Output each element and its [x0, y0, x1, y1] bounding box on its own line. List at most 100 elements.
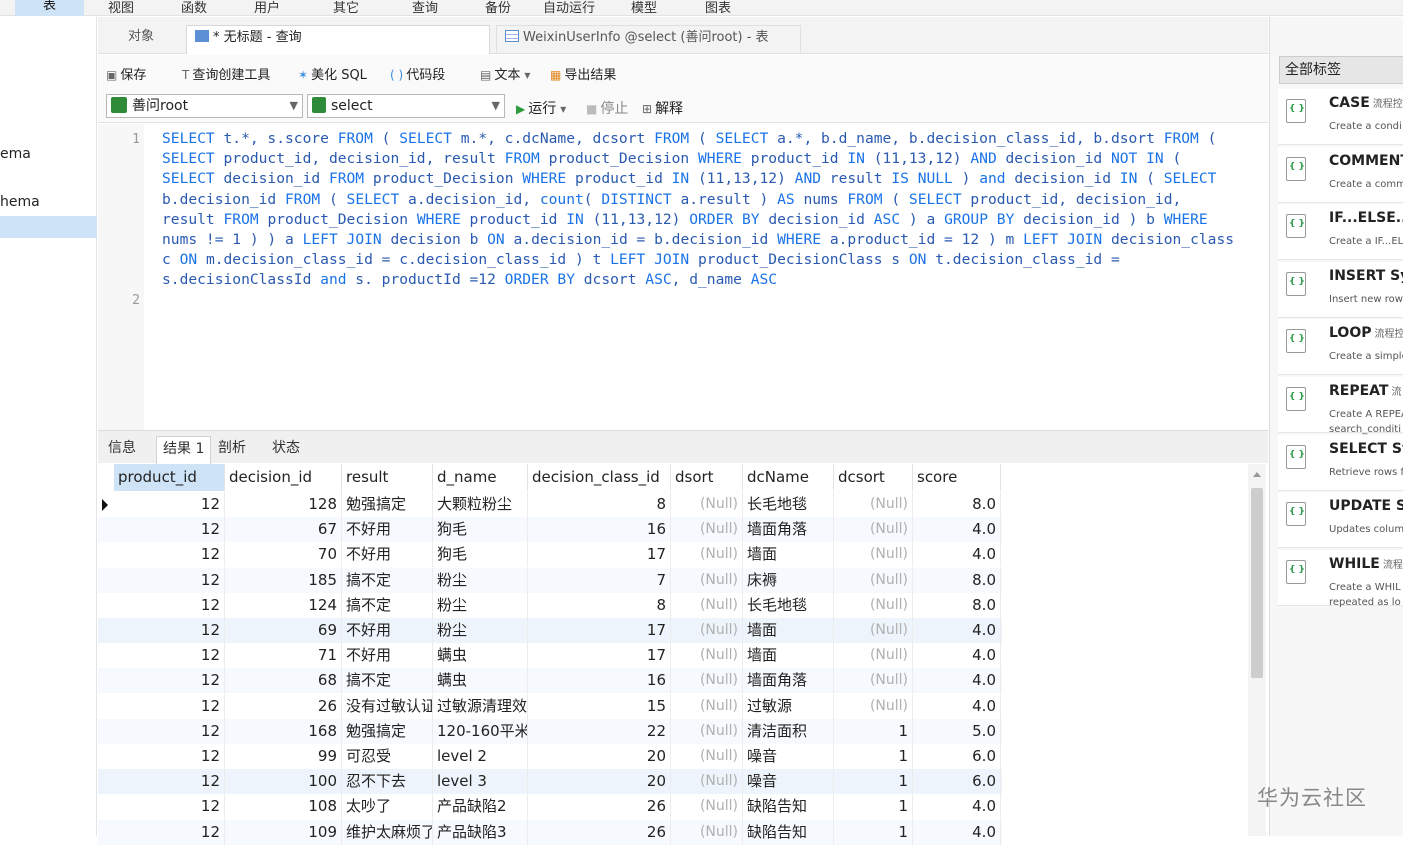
tab-info[interactable]: 信息 [102, 436, 142, 464]
table-cell[interactable]: 缺陷告知 [743, 794, 834, 819]
table-cell[interactable]: 68 [225, 668, 342, 693]
table-cell[interactable]: 22 [528, 719, 671, 744]
snippet-item[interactable]: LOOP流程控Create a simple [1278, 319, 1403, 375]
table-cell[interactable]: 12 [114, 568, 225, 593]
table-cell[interactable]: 69 [225, 618, 342, 643]
table-cell[interactable]: 120-160平米 [433, 719, 528, 744]
table-cell[interactable]: 6.0 [913, 744, 1001, 769]
table-cell[interactable]: 床褥 [743, 568, 834, 593]
table-row[interactable]: 12168勉强搞定120-160平米22(Null)清洁面积15.0 [98, 719, 1002, 744]
table-cell[interactable]: 不好用 [342, 643, 433, 668]
table-cell[interactable]: 1 [834, 820, 913, 845]
column-header[interactable]: dsort [671, 464, 743, 491]
table-cell[interactable]: 1 [834, 794, 913, 819]
table-cell[interactable]: 勉强搞定 [342, 492, 433, 517]
table-cell[interactable]: 墙面 [743, 643, 834, 668]
table-cell[interactable]: (Null) [834, 492, 913, 517]
table-cell[interactable]: 26 [528, 794, 671, 819]
snippet-item[interactable]: INSERT SyInsert new row [1278, 262, 1403, 318]
table-cell[interactable]: (Null) [834, 568, 913, 593]
table-cell[interactable]: 4.0 [913, 618, 1001, 643]
table-cell[interactable]: 12 [114, 694, 225, 719]
table-cell[interactable]: 狗毛 [433, 517, 528, 542]
query-builder-button[interactable]: T查询创建工具 [182, 64, 270, 83]
snippet-item[interactable]: UPDATE SUpdates colum [1278, 492, 1403, 548]
table-cell[interactable]: 16 [528, 668, 671, 693]
column-header[interactable]: result [342, 464, 433, 491]
table-cell[interactable]: (Null) [671, 694, 743, 719]
table-cell[interactable]: 长毛地毯 [743, 492, 834, 517]
snippet-item[interactable]: WHILE流程Create a WHILrepeated as lo [1278, 550, 1403, 606]
table-cell[interactable]: 12 [114, 744, 225, 769]
table-cell[interactable]: 搞不定 [342, 568, 433, 593]
tab-status[interactable]: 状态 [266, 436, 306, 464]
table-cell[interactable]: 大颗粒粉尘 [433, 492, 528, 517]
snippet-item[interactable]: CASE流程控Create a condi [1278, 89, 1403, 145]
snippet-button[interactable]: ( )代码段 [390, 64, 445, 83]
table-cell[interactable]: 粉尘 [433, 618, 528, 643]
table-cell[interactable]: 6.0 [913, 769, 1001, 794]
table-cell[interactable]: (Null) [671, 643, 743, 668]
table-row[interactable]: 12109维护太麻烦了产品缺陷326(Null)缺陷告知14.0 [98, 820, 1002, 845]
save-button[interactable]: ▣保存 [106, 64, 146, 83]
table-cell[interactable]: 8.0 [913, 593, 1001, 618]
scrollbar-thumb[interactable] [1251, 488, 1263, 678]
explain-button[interactable]: ⊞解释 [642, 98, 683, 118]
column-header[interactable]: decision_class_id [528, 464, 671, 491]
table-cell[interactable]: 不好用 [342, 542, 433, 567]
table-cell[interactable]: 太吵了 [342, 794, 433, 819]
snippet-item[interactable]: COMMENTCreate a comm [1278, 147, 1403, 203]
table-cell[interactable]: 螨虫 [433, 668, 528, 693]
scroll-up-icon[interactable] [1253, 472, 1261, 477]
table-cell[interactable]: 维护太麻烦了 [342, 820, 433, 845]
tab-objects[interactable]: 对象 [120, 25, 154, 54]
tag-filter-select[interactable]: 全部标签 [1279, 56, 1403, 84]
column-header[interactable]: score [913, 464, 1001, 491]
table-cell[interactable]: (Null) [671, 744, 743, 769]
table-cell[interactable]: 1 [834, 719, 913, 744]
table-cell[interactable]: 20 [528, 769, 671, 794]
table-cell[interactable]: 5.0 [913, 719, 1001, 744]
table-cell[interactable]: 17 [528, 643, 671, 668]
table-cell[interactable]: 不好用 [342, 618, 433, 643]
table-row[interactable]: 1270不好用狗毛17(Null)墙面(Null)4.0 [98, 542, 1002, 567]
tree-item-selected[interactable] [0, 216, 97, 238]
table-cell[interactable]: 1 [834, 744, 913, 769]
table-cell[interactable]: 12 [114, 492, 225, 517]
menu-item[interactable]: 其它 [333, 0, 359, 16]
table-cell[interactable]: 124 [225, 593, 342, 618]
column-header[interactable]: d_name [433, 464, 528, 491]
table-cell[interactable]: (Null) [834, 517, 913, 542]
table-row[interactable]: 1267不好用狗毛16(Null)墙面角落(Null)4.0 [98, 517, 1002, 542]
table-cell[interactable]: 勉强搞定 [342, 719, 433, 744]
table-cell[interactable]: 不好用 [342, 517, 433, 542]
table-cell[interactable]: 4.0 [913, 794, 1001, 819]
table-cell[interactable]: 过敏源 [743, 694, 834, 719]
table-row[interactable]: 1299可忍受level 220(Null)噪音16.0 [98, 744, 1002, 769]
table-cell[interactable]: level 3 [433, 769, 528, 794]
table-cell[interactable]: 4.0 [913, 820, 1001, 845]
table-cell[interactable]: level 2 [433, 744, 528, 769]
database-select[interactable]: select ▼ [307, 94, 505, 118]
table-cell[interactable]: 产品缺陷3 [433, 820, 528, 845]
table-cell[interactable]: 12 [114, 542, 225, 567]
table-cell[interactable]: 185 [225, 568, 342, 593]
column-header[interactable]: dcsort [834, 464, 913, 491]
table-cell[interactable]: 8.0 [913, 568, 1001, 593]
table-cell[interactable]: 搞不定 [342, 593, 433, 618]
table-cell[interactable]: 26 [225, 694, 342, 719]
table-cell[interactable]: 12 [114, 593, 225, 618]
table-cell[interactable]: 噪音 [743, 769, 834, 794]
table-row[interactable]: 1269不好用粉尘17(Null)墙面(Null)4.0 [98, 618, 1002, 643]
table-cell[interactable]: 12 [114, 769, 225, 794]
table-cell[interactable]: 清洁面积 [743, 719, 834, 744]
table-row[interactable]: 12100忍不下去level 320(Null)噪音16.0 [98, 769, 1002, 794]
snippet-item[interactable]: IF...ELSE...Create a IF...ELS [1278, 204, 1403, 260]
table-cell[interactable]: (Null) [834, 542, 913, 567]
menu-item[interactable]: 查询 [412, 0, 438, 16]
table-cell[interactable]: 1 [834, 769, 913, 794]
table-cell[interactable]: 17 [528, 542, 671, 567]
sql-editor[interactable]: 1 2 SELECT t.*, s.score FROM ( SELECT m.… [98, 124, 1268, 430]
table-row[interactable]: 12108太吵了产品缺陷226(Null)缺陷告知14.0 [98, 794, 1002, 819]
table-cell[interactable]: 螨虫 [433, 643, 528, 668]
